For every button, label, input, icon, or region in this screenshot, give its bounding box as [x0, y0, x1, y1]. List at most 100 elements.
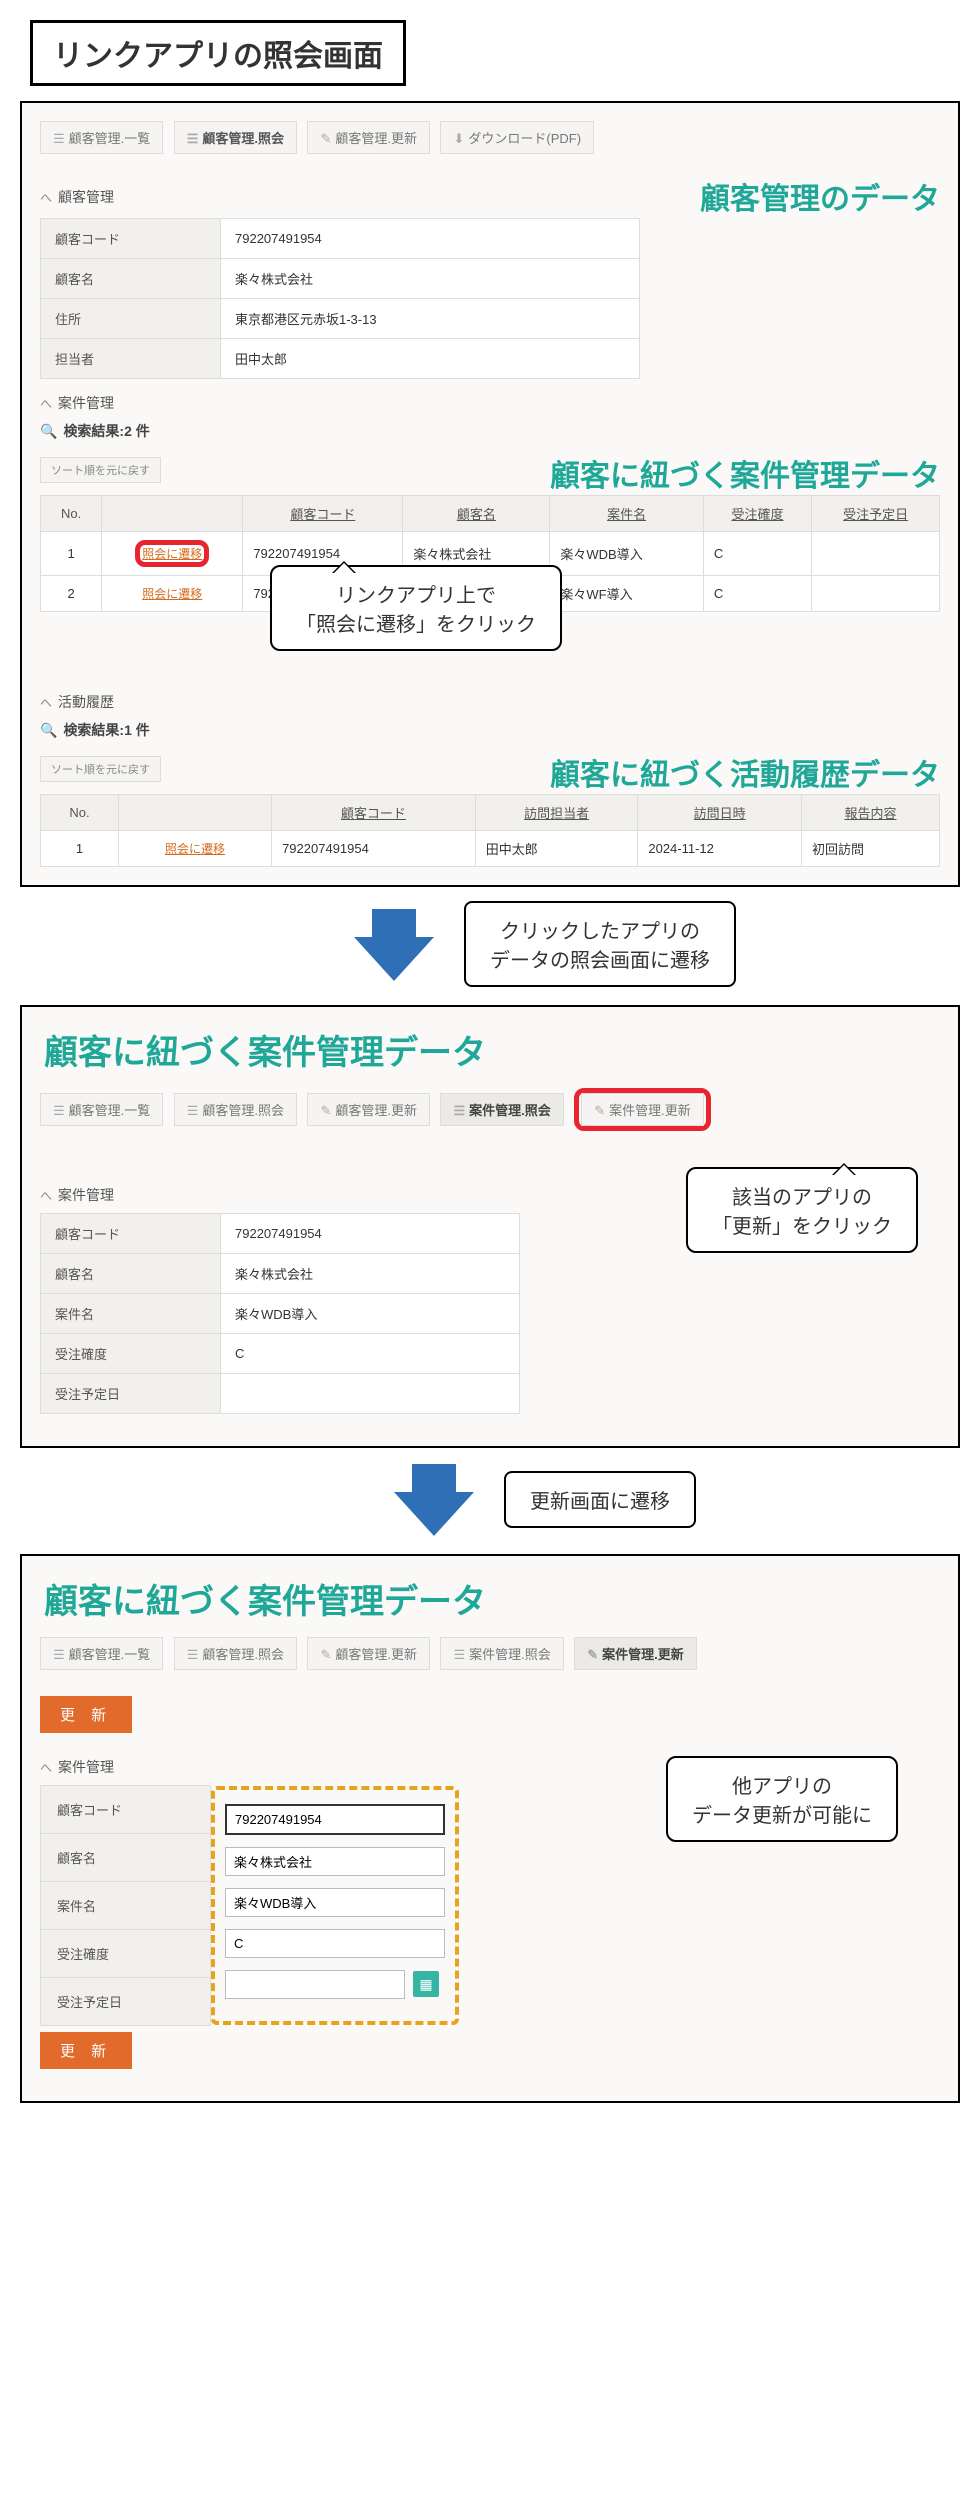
- btn-customer-update[interactable]: ✎顧客管理.更新: [307, 1093, 430, 1126]
- col-tanto[interactable]: 訪問担当者: [475, 795, 638, 831]
- search-icon: 🔍: [40, 423, 57, 439]
- col-no: No.: [41, 795, 119, 831]
- value: C: [221, 1334, 520, 1374]
- highlight-box: 照会に遷移: [135, 540, 209, 567]
- cell-link: 照会に遷移: [102, 576, 243, 612]
- label: 受注予定日: [41, 1374, 221, 1414]
- col-action: [118, 795, 271, 831]
- value: [221, 1374, 520, 1414]
- chevron-icon: へ: [40, 191, 52, 205]
- btn-anken-inquiry[interactable]: ☰案件管理.照会: [440, 1637, 563, 1670]
- panel-anken-update: 顧客に紐づく案件管理データ ☰顧客管理.一覧 ☰顧客管理.照会 ✎顧客管理.更新…: [20, 1554, 960, 2103]
- col-action: [102, 496, 243, 532]
- go-to-inquiry-link[interactable]: 照会に遷移: [142, 587, 202, 601]
- label: 顧客名: [41, 1254, 221, 1294]
- label: 顧客名: [41, 1834, 211, 1882]
- highlight-box: ✎案件管理.更新: [574, 1088, 711, 1131]
- btn-customer-inquiry[interactable]: ☰顧客管理.照会: [174, 1637, 297, 1670]
- col-code[interactable]: 顧客コード: [272, 795, 476, 831]
- callout-transition-update: 更新画面に遷移: [504, 1471, 696, 1528]
- label: 担当者: [41, 339, 221, 379]
- col-code[interactable]: 顧客コード: [243, 496, 403, 532]
- update-button[interactable]: 更 新: [40, 1696, 132, 1733]
- col-yotei[interactable]: 受注予定日: [812, 496, 940, 532]
- btn-customer-list[interactable]: ☰顧客管理.一覧: [40, 121, 163, 154]
- annotation-activity-data: 顧客に紐づく活動履歴データ: [550, 750, 940, 794]
- anken-detail-table: 顧客コード792207491954 顧客名楽々株式会社 案件名楽々WDB導入 受…: [40, 1213, 520, 1414]
- pencil-icon: ✎: [320, 1103, 331, 1118]
- cell-code: 792207491954: [272, 831, 476, 867]
- reset-sort-button[interactable]: ソート順を元に戻す: [40, 756, 161, 782]
- col-anken[interactable]: 案件名: [550, 496, 703, 532]
- arrow-down-icon: [394, 1492, 474, 1536]
- col-name[interactable]: 顧客名: [403, 496, 550, 532]
- btn-customer-list[interactable]: ☰顧客管理.一覧: [40, 1093, 163, 1126]
- toolbar: ☰顧客管理.一覧 ☰顧客管理.照会 ✎顧客管理.更新 ☰案件管理.照会 ✎案件管…: [40, 1088, 940, 1131]
- pencil-icon: ✎: [320, 1647, 331, 1662]
- go-to-inquiry-link[interactable]: 照会に遷移: [142, 547, 202, 561]
- label: 住所: [41, 299, 221, 339]
- chevron-icon: へ: [40, 696, 52, 710]
- label: 案件名: [41, 1294, 221, 1334]
- customer-detail-table: 顧客コード792207491954 顧客名楽々株式会社 住所東京都港区元赤坂1-…: [40, 218, 640, 379]
- anken-name-input[interactable]: [225, 1888, 445, 1917]
- cell-link: 照会に遷移: [118, 831, 271, 867]
- panel-anken-inquiry: 顧客に紐づく案件管理データ ☰顧客管理.一覧 ☰顧客管理.照会 ✎顧客管理.更新…: [20, 1005, 960, 1448]
- btn-anken-inquiry[interactable]: ☰案件管理.照会: [440, 1093, 563, 1126]
- label: 顧客名: [41, 259, 221, 299]
- go-to-inquiry-link[interactable]: 照会に遷移: [165, 842, 225, 856]
- callout-click-update: 該当のアプリの「更新」をクリック: [686, 1167, 918, 1253]
- label: 案件名: [41, 1882, 211, 1930]
- btn-download-pdf[interactable]: ⬇ダウンロード(PDF): [440, 121, 594, 154]
- customer-code-input[interactable]: [225, 1804, 445, 1835]
- customer-name-input[interactable]: [225, 1847, 445, 1876]
- kakudo-input[interactable]: [225, 1929, 445, 1958]
- btn-anken-update[interactable]: ✎案件管理.更新: [574, 1637, 697, 1670]
- list-icon: ☰: [53, 131, 65, 146]
- value: 792207491954: [221, 219, 640, 259]
- btn-customer-inquiry[interactable]: ☰顧客管理.照会: [174, 1093, 297, 1126]
- label: 顧客コード: [41, 1214, 221, 1254]
- section-activity: へ活動履歴: [40, 692, 940, 712]
- reset-sort-button[interactable]: ソート順を元に戻す: [40, 457, 161, 483]
- list-icon: ☰: [187, 1647, 199, 1662]
- download-icon: ⬇: [453, 131, 464, 146]
- activity-grid: No. 顧客コード 訪問担当者 訪問日時 報告内容 1 照会に遷移 792207…: [40, 794, 940, 867]
- btn-customer-update[interactable]: ✎顧客管理.更新: [307, 1637, 430, 1670]
- label: 受注確度: [41, 1334, 221, 1374]
- col-houkoku[interactable]: 報告内容: [801, 795, 939, 831]
- cell-yotei: [812, 576, 940, 612]
- panel-title: 顧客に紐づく案件管理データ: [44, 1574, 940, 1623]
- btn-customer-inquiry[interactable]: ☰顧客管理.照会: [174, 121, 297, 154]
- cell-anken: 楽々WF導入: [550, 576, 703, 612]
- cell-no: 1: [41, 532, 102, 576]
- list-icon: ☰: [53, 1103, 65, 1118]
- list-icon: ☰: [453, 1103, 465, 1118]
- annotation-anken-data: 顧客に紐づく案件管理データ: [550, 451, 940, 495]
- section-anken: へ案件管理: [40, 393, 940, 413]
- btn-customer-list[interactable]: ☰顧客管理.一覧: [40, 1637, 163, 1670]
- list-icon: ☰: [187, 131, 199, 146]
- col-date[interactable]: 訪問日時: [638, 795, 802, 831]
- annotation-customer-data: 顧客管理のデータ: [700, 174, 940, 218]
- cell-kakudo: C: [703, 576, 811, 612]
- cell-link: 照会に遷移: [102, 532, 243, 576]
- value: 東京都港区元赤坂1-3-13: [221, 299, 640, 339]
- cell-anken: 楽々WDB導入: [550, 532, 703, 576]
- callout-other-app-update: 他アプリのデータ更新が可能に: [666, 1756, 898, 1842]
- value: 792207491954: [221, 1214, 520, 1254]
- toolbar: ☰顧客管理.一覧 ☰顧客管理.照会 ✎顧客管理.更新 ☰案件管理.照会 ✎案件管…: [40, 1637, 940, 1670]
- label: 顧客コード: [41, 1786, 211, 1834]
- btn-customer-update[interactable]: ✎顧客管理.更新: [307, 121, 430, 154]
- list-icon: ☰: [453, 1647, 465, 1662]
- yotei-date-input[interactable]: [225, 1970, 405, 1999]
- btn-anken-update[interactable]: ✎案件管理.更新: [581, 1093, 704, 1126]
- toolbar: ☰顧客管理.一覧 ☰顧客管理.照会 ✎顧客管理.更新 ⬇ダウンロード(PDF): [40, 121, 940, 154]
- panel-link-app-inquiry: ☰顧客管理.一覧 ☰顧客管理.照会 ✎顧客管理.更新 ⬇ダウンロード(PDF) …: [20, 101, 960, 887]
- calendar-icon[interactable]: ▦: [413, 1971, 439, 1997]
- cell-tanto: 田中太郎: [475, 831, 638, 867]
- callout-click-inquiry: リンクアプリ上で「照会に遷移」をクリック: [270, 565, 562, 651]
- cell-yotei: [812, 532, 940, 576]
- update-button[interactable]: 更 新: [40, 2032, 132, 2069]
- col-kakudo[interactable]: 受注確度: [703, 496, 811, 532]
